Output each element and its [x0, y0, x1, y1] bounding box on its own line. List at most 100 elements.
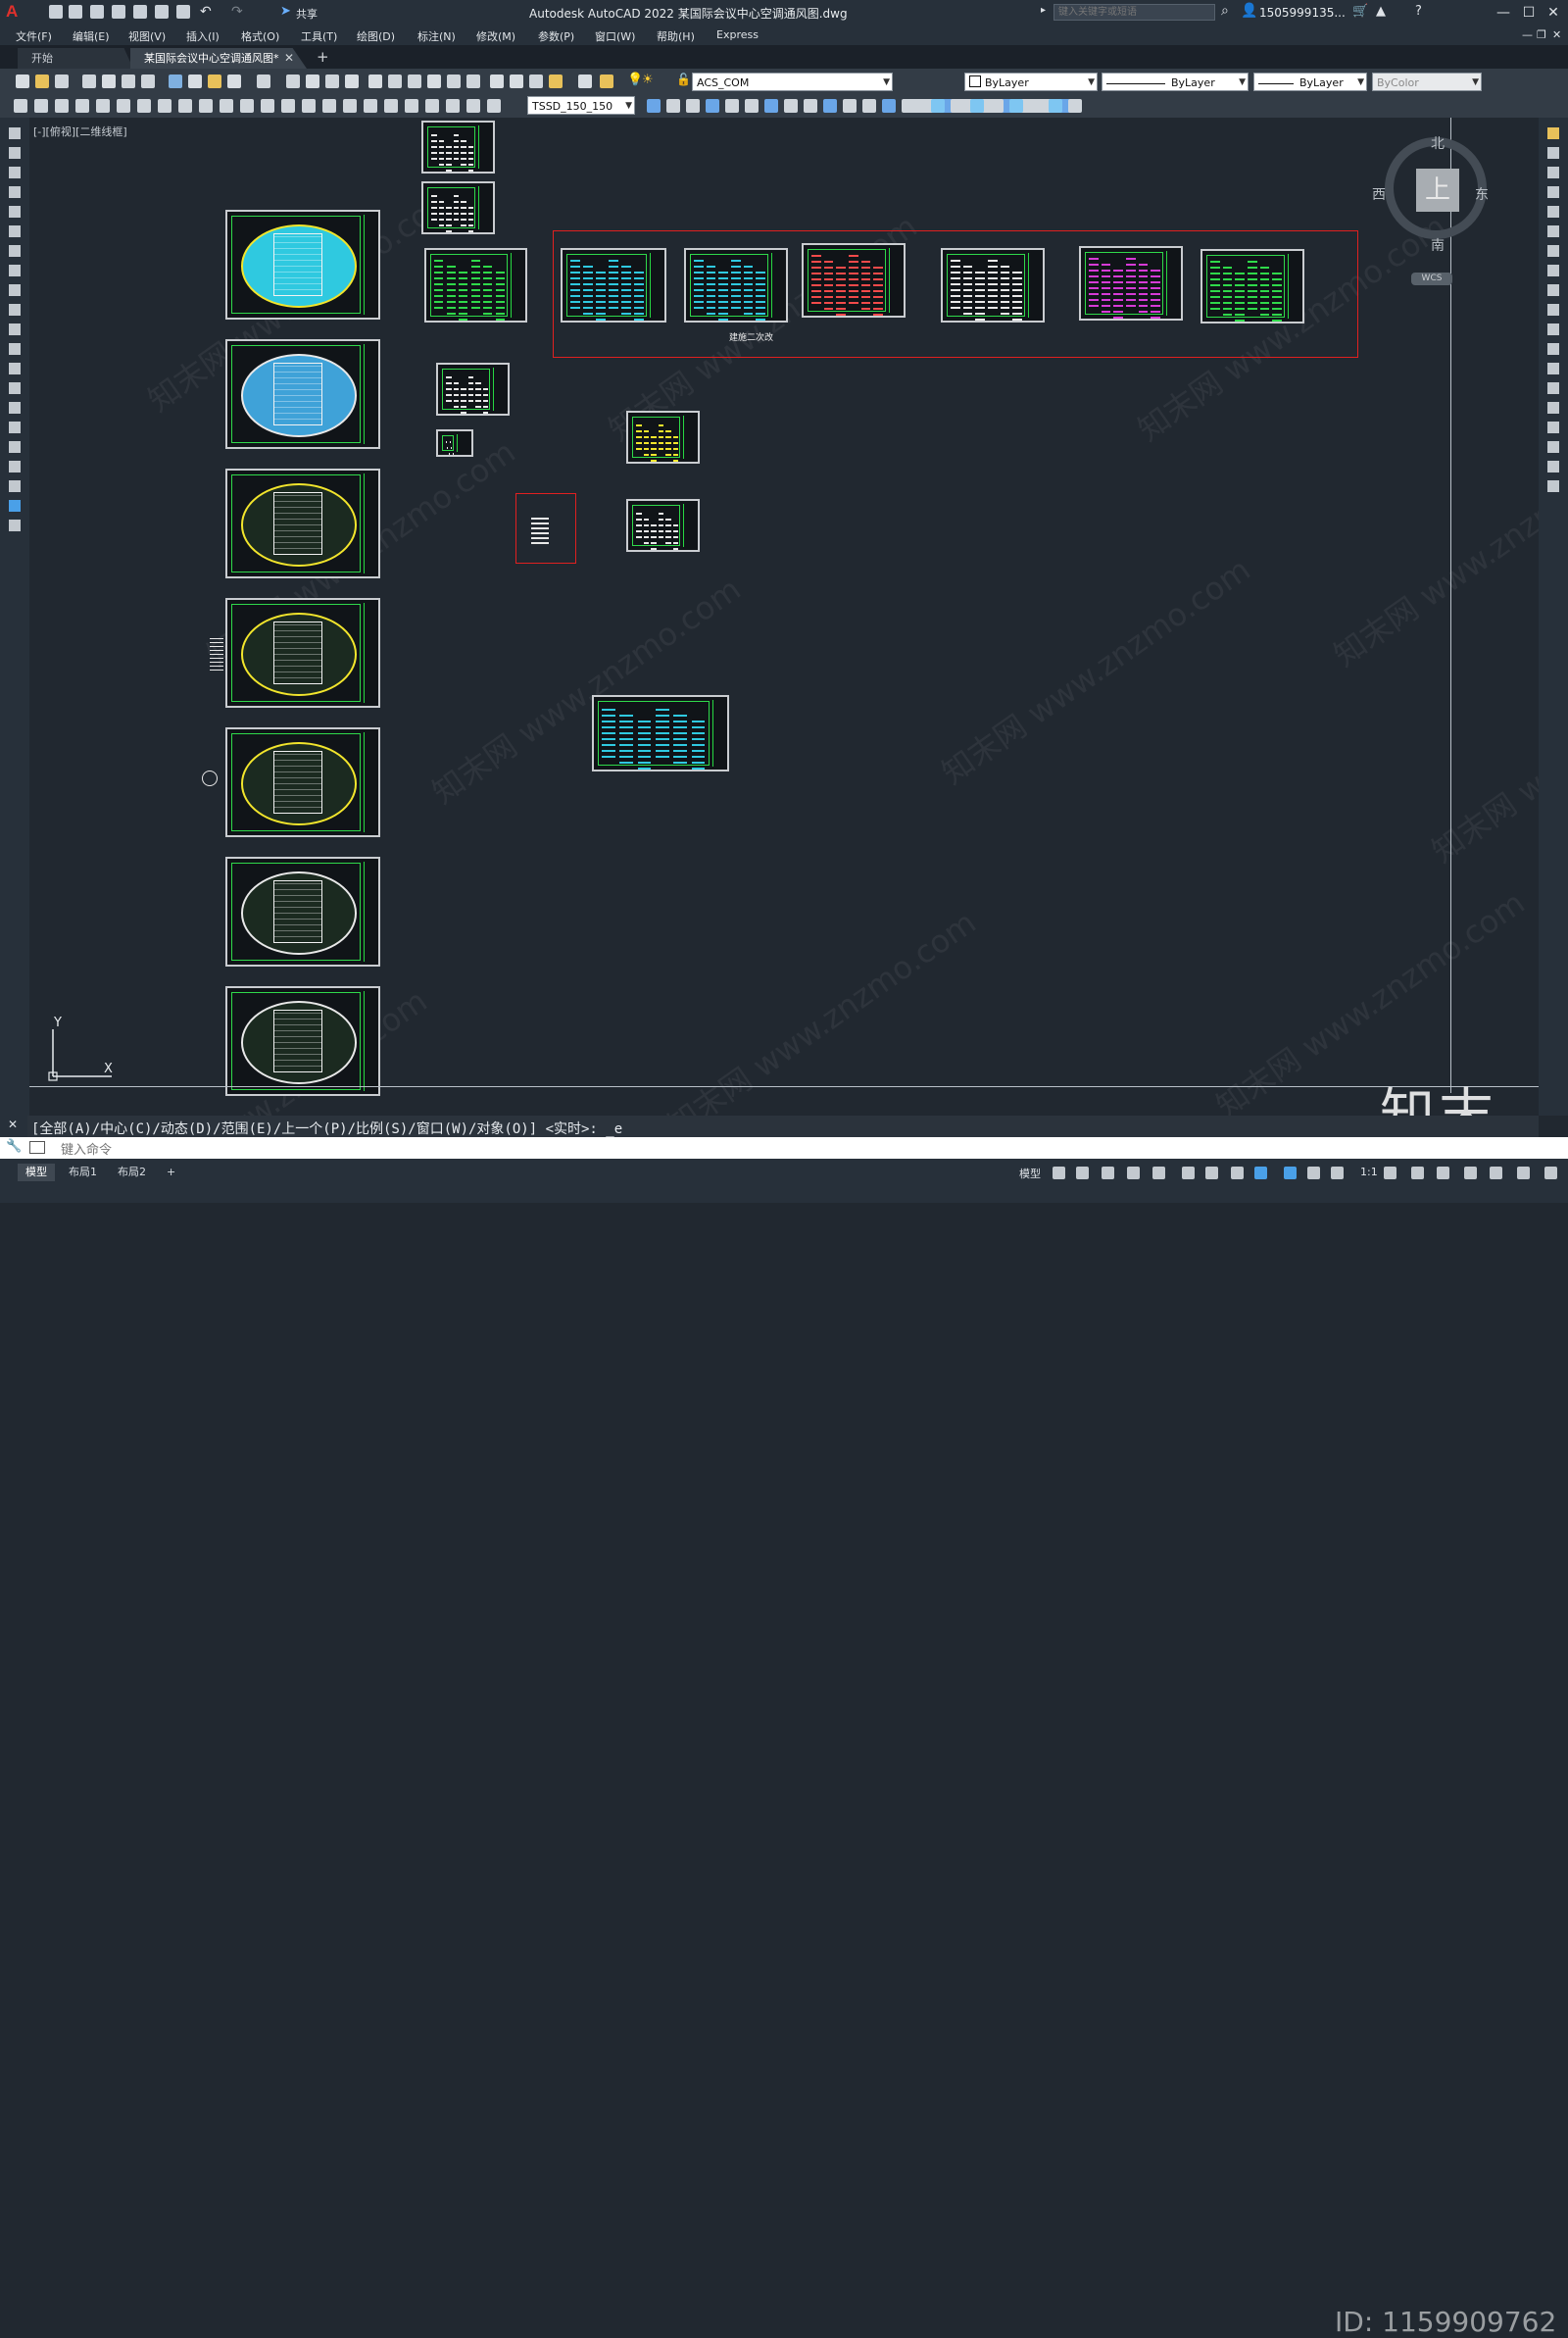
modify-tool-icon[interactable] — [1547, 363, 1559, 374]
draw-tool-icon[interactable] — [9, 363, 21, 374]
command-input[interactable] — [59, 1139, 1239, 1159]
chevron-right-icon[interactable]: ▸ — [1041, 5, 1046, 16]
modify-tool-icon[interactable] — [1547, 461, 1559, 473]
toolbar-tool-icon[interactable] — [208, 75, 221, 88]
status-toggle-icon[interactable] — [1254, 1167, 1267, 1179]
compass-east[interactable]: 东 — [1475, 184, 1489, 204]
tssd-tool-icon[interactable] — [34, 99, 48, 113]
detail-sheet-2[interactable] — [626, 499, 700, 552]
modify-tool-icon[interactable] — [1547, 147, 1559, 159]
tssd-tool-icon[interactable] — [823, 99, 837, 113]
draw-tool-icon[interactable] — [9, 461, 21, 473]
draw-tool-icon[interactable] — [9, 284, 21, 296]
tssd-tool-icon[interactable] — [951, 99, 964, 113]
design-notes-sheet[interactable] — [424, 248, 527, 323]
toolbar-tool-icon[interactable] — [102, 75, 116, 88]
tssd-tool-icon[interactable] — [220, 99, 233, 113]
tssd-tool-icon[interactable] — [405, 99, 418, 113]
toolbar-tool-icon[interactable] — [549, 75, 563, 88]
tssd-tool-icon[interactable] — [322, 99, 336, 113]
share-icon[interactable]: ➤ — [280, 4, 291, 19]
draw-tool-icon[interactable] — [9, 480, 21, 492]
status-toggle-icon[interactable] — [1076, 1167, 1089, 1179]
draw-tool-icon[interactable] — [9, 441, 21, 453]
menu-insert[interactable]: 插入(I) — [186, 28, 220, 44]
toolbar-tool-icon[interactable] — [578, 75, 592, 88]
modify-tool-icon[interactable] — [1547, 167, 1559, 178]
equipment-table-sheet[interactable] — [436, 363, 510, 416]
menu-view[interactable]: 视图(V) — [128, 28, 166, 44]
modify-tool-icon[interactable] — [1547, 186, 1559, 198]
tssd-tool-icon[interactable] — [343, 99, 357, 113]
modify-tool-icon[interactable] — [1547, 480, 1559, 492]
help-search-input[interactable] — [1054, 4, 1215, 21]
toolbar-tool-icon[interactable] — [122, 75, 135, 88]
status-toggle-icon[interactable] — [1544, 1167, 1557, 1179]
compass-west[interactable]: 西 — [1372, 184, 1386, 204]
floor-plan-sheet-5[interactable] — [225, 727, 380, 837]
tssd-tool-icon[interactable] — [1029, 99, 1043, 113]
tssd-tool-icon[interactable] — [384, 99, 398, 113]
tssd-tool-icon[interactable] — [14, 99, 27, 113]
menu-help[interactable]: 帮助(H) — [657, 28, 695, 44]
layer-on-icon[interactable]: 💡 — [627, 73, 643, 87]
tssd-tool-icon[interactable] — [882, 99, 896, 113]
status-toggle-icon[interactable] — [1437, 1167, 1449, 1179]
command-line-handle[interactable]: ✕ — [0, 1116, 27, 1137]
open-file-icon[interactable] — [69, 5, 82, 19]
tssd-tool-icon[interactable] — [1068, 99, 1082, 113]
status-toggle-icon[interactable] — [1152, 1167, 1165, 1179]
menu-express[interactable]: Express — [716, 28, 759, 41]
doc-minimize-icon[interactable]: — — [1522, 28, 1533, 41]
linetype-dropdown[interactable]: ByLayer ▼ — [1102, 73, 1249, 91]
modify-tool-icon[interactable] — [1547, 422, 1559, 433]
help-icon[interactable]: ? — [1415, 4, 1422, 19]
draw-tool-icon[interactable] — [9, 127, 21, 139]
toolbar-tool-icon[interactable] — [141, 75, 155, 88]
tssd-tool-icon[interactable] — [666, 99, 680, 113]
compass-south[interactable]: 南 — [1431, 235, 1445, 255]
save-as-icon[interactable] — [112, 5, 125, 19]
draw-tool-icon[interactable] — [9, 147, 21, 159]
toolbar-tool-icon[interactable] — [325, 75, 339, 88]
toolbar-tool-icon[interactable] — [35, 75, 49, 88]
toolbar-tool-icon[interactable] — [600, 75, 613, 88]
layer-dropdown[interactable]: ACS_COM ▼ — [692, 73, 893, 91]
minimize-button[interactable]: — — [1494, 3, 1513, 23]
compass-north[interactable]: 北 — [1431, 133, 1445, 153]
menu-edit[interactable]: 编辑(E) — [73, 28, 110, 44]
save-icon[interactable] — [90, 5, 104, 19]
drawing-list-sheet-2[interactable] — [421, 181, 495, 234]
draw-tool-icon[interactable] — [9, 402, 21, 414]
toolbar-tool-icon[interactable] — [466, 75, 480, 88]
tssd-tool-icon[interactable] — [1009, 99, 1023, 113]
status-toggle-icon[interactable] — [1284, 1167, 1297, 1179]
toolbar-tool-icon[interactable] — [447, 75, 461, 88]
tssd-tool-icon[interactable] — [970, 99, 984, 113]
modify-tool-icon[interactable] — [1547, 304, 1559, 316]
toolbar-tool-icon[interactable] — [286, 75, 300, 88]
draw-tool-icon[interactable] — [9, 382, 21, 394]
modify-tool-icon[interactable] — [1547, 265, 1559, 276]
draw-tool-icon[interactable] — [9, 225, 21, 237]
modify-tool-icon[interactable] — [1547, 284, 1559, 296]
tab-drawing[interactable]: 某国际会议中心空调通风图* — [130, 48, 307, 69]
layout-tab-2[interactable]: 布局2 — [110, 1164, 154, 1181]
draw-tool-icon[interactable] — [9, 206, 21, 218]
restore-button[interactable]: ☐ — [1519, 3, 1539, 23]
toolbar-tool-icon[interactable] — [188, 75, 202, 88]
tssd-tool-icon[interactable] — [764, 99, 778, 113]
toolbar-tool-icon[interactable] — [427, 75, 441, 88]
status-toggle-icon[interactable] — [1331, 1167, 1344, 1179]
customize-icon[interactable]: 🔧 — [6, 1139, 22, 1154]
floor-plan-sheet-6[interactable] — [225, 857, 380, 967]
search-icon[interactable]: ⌕ — [1221, 3, 1229, 19]
menu-window[interactable]: 窗口(W) — [595, 28, 635, 44]
layout-tab-1[interactable]: 布局1 — [61, 1164, 105, 1181]
status-toggle-icon[interactable] — [1102, 1167, 1114, 1179]
modify-tool-icon[interactable] — [1547, 127, 1559, 139]
modify-tool-icon[interactable] — [1547, 245, 1559, 257]
floor-plan-sheet-2[interactable] — [225, 339, 380, 449]
draw-tool-icon[interactable] — [9, 520, 21, 531]
modify-tool-icon[interactable] — [1547, 402, 1559, 414]
